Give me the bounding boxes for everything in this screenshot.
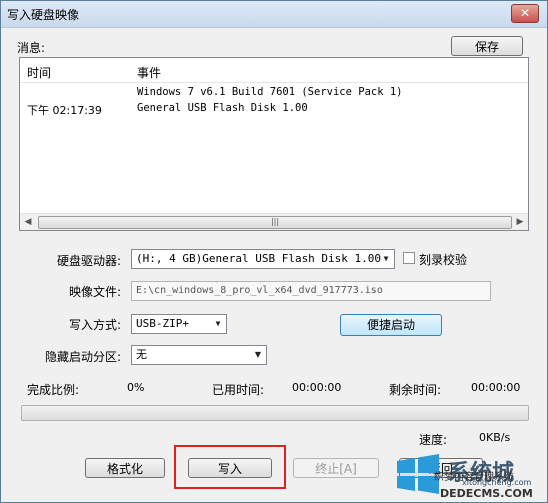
window-title: 写入硬盘映像	[7, 8, 80, 22]
completion-label: 完成比例:	[27, 383, 80, 397]
column-header-event: 事件	[137, 66, 162, 80]
hidden-partition-select[interactable]: 无 ▼	[131, 345, 267, 365]
format-button[interactable]: 格式化	[85, 458, 165, 478]
chevron-down-icon: ▼	[215, 319, 221, 328]
horizontal-scrollbar[interactable]: ◀ ||| ▶	[20, 213, 528, 230]
messages-label: 消息:	[17, 41, 46, 55]
quick-boot-button[interactable]: 便捷启动	[340, 314, 442, 336]
row-time: 下午 02:17:39	[27, 104, 102, 117]
drive-select-value: (H:, 4 GB)General USB Flash Disk 1.00	[136, 252, 382, 265]
drive-select[interactable]: (H:, 4 GB)General USB Flash Disk 1.00 ▼	[131, 249, 395, 269]
remaining-value: 00:00:00	[471, 381, 521, 394]
write-mode-value: USB-ZIP+	[136, 317, 189, 330]
save-button[interactable]: 保存	[451, 36, 523, 56]
write-mode-select[interactable]: USB-ZIP+ ▼	[131, 314, 227, 334]
header-divider	[20, 82, 528, 83]
stop-button[interactable]: 终止[A]	[293, 458, 379, 478]
scroll-thumb[interactable]: |||	[38, 216, 512, 229]
drive-label: 硬盘驱动器:	[57, 254, 122, 268]
completion-value: 0%	[127, 381, 145, 394]
image-file-label: 映像文件:	[69, 285, 122, 299]
row-event: General USB Flash Disk 1.00	[137, 102, 308, 114]
chevron-down-icon: ▼	[383, 254, 389, 263]
title-bar: 写入硬盘映像 ✕	[1, 1, 547, 28]
speed-label: 速度:	[419, 433, 448, 447]
write-mode-label: 写入方式:	[69, 318, 122, 332]
hidden-partition-label: 隐藏启动分区:	[45, 350, 122, 364]
close-button[interactable]: ✕	[511, 4, 539, 23]
column-header-time: 时间	[27, 66, 52, 80]
scroll-right-icon[interactable]: ▶	[512, 214, 528, 230]
row-event: Windows 7 v6.1 Build 7601 (Service Pack …	[137, 86, 403, 98]
watermark-caption: 织梦内容管理系统	[434, 472, 514, 483]
write-button-highlight	[174, 445, 286, 489]
hidden-partition-value: 无	[136, 348, 147, 361]
write-disk-image-dialog: 写入硬盘映像 ✕ 消息: 保存 时间 事件 Windows 7 v6.1 Bui…	[0, 0, 548, 503]
close-icon: ✕	[519, 6, 531, 20]
elapsed-label: 已用时间:	[212, 383, 265, 397]
image-file-value: E:\cn_windows_8_pro_vl_x64_dvd_917773.is…	[136, 285, 383, 296]
remaining-label: 剩余时间:	[389, 383, 442, 397]
verify-checkbox[interactable]	[403, 252, 415, 264]
watermark-domain: DEDECMS.COM	[440, 487, 533, 500]
verify-label: 刻录校验	[419, 253, 468, 267]
message-list[interactable]: 时间 事件 Windows 7 v6.1 Build 7601 (Service…	[19, 57, 529, 231]
image-file-field[interactable]: E:\cn_windows_8_pro_vl_x64_dvd_917773.is…	[131, 281, 491, 301]
chevron-down-icon: ▼	[254, 350, 262, 359]
progress-bar	[21, 405, 529, 421]
speed-value: 0KB/s	[479, 431, 511, 444]
elapsed-value: 00:00:00	[292, 381, 342, 394]
scroll-left-icon[interactable]: ◀	[20, 214, 36, 230]
